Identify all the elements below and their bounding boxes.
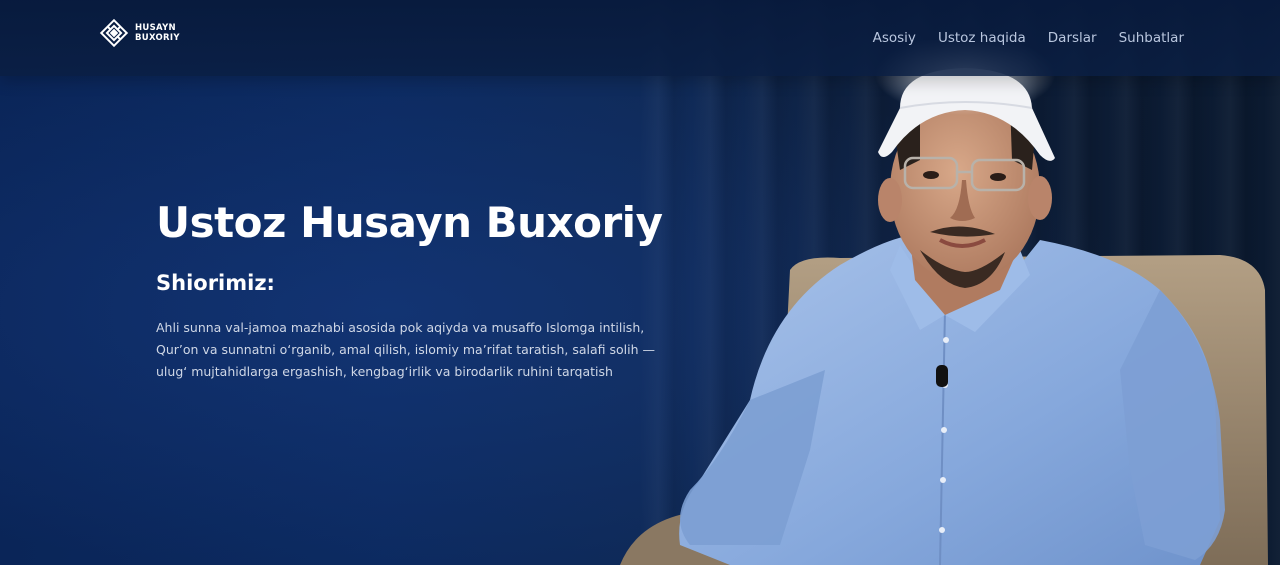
hero-description: Ahli sunna val-jamoa mazhabi asosida pok… xyxy=(156,317,716,383)
nav-link-darslar[interactable]: Darslar xyxy=(1048,30,1097,46)
brand-name: HUSAYN BUXORIY xyxy=(135,23,180,43)
hero-description-line: ulug‘ mujtahidlarga ergashish, kengbag‘i… xyxy=(156,364,613,379)
top-navbar: HUSAYN BUXORIY Asosiy Ustoz haqida Darsl… xyxy=(0,0,1280,76)
brand-logo[interactable]: HUSAYN BUXORIY xyxy=(99,18,180,48)
nav-link-suhbatlar[interactable]: Suhbatlar xyxy=(1119,30,1184,46)
hero-title: Ustoz Husayn Buxoriy xyxy=(156,198,663,247)
hero-section: HUSAYN BUXORIY Asosiy Ustoz haqida Darsl… xyxy=(0,0,1280,565)
hero-description-line: Ahli sunna val-jamoa mazhabi asosida pok… xyxy=(156,320,645,335)
brand-line1: HUSAYN xyxy=(135,23,176,33)
nav-link-asosiy[interactable]: Asosiy xyxy=(873,30,916,46)
portrait-image xyxy=(620,40,1268,565)
hero-description-line: Qur’on va sunnatni o‘rganib, amal qilish… xyxy=(156,342,655,357)
kufic-square-logo-icon xyxy=(99,18,129,48)
hero-subtitle: Shiorimiz: xyxy=(156,271,275,295)
nav-link-ustoz-haqida[interactable]: Ustoz haqida xyxy=(938,30,1026,46)
brand-line2: BUXORIY xyxy=(135,33,180,43)
main-nav: Asosiy Ustoz haqida Darslar Suhbatlar xyxy=(873,30,1184,46)
